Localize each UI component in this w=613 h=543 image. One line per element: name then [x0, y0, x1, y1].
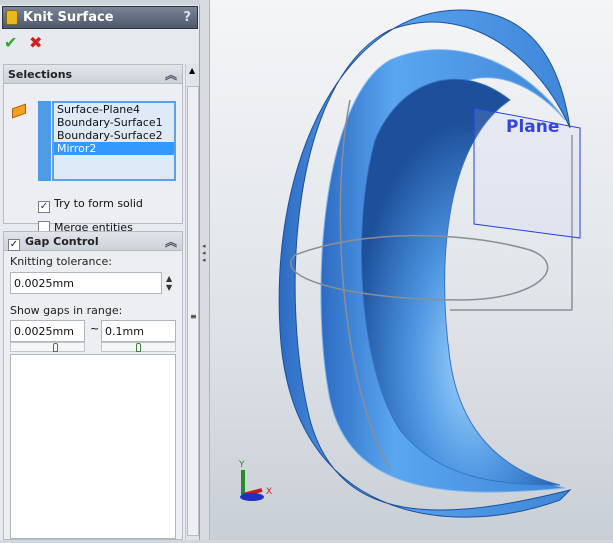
ok-check-icon[interactable]: ✔	[4, 33, 17, 52]
feature-title-bar: Knit Surface ?	[2, 6, 198, 29]
graphics-viewport[interactable]: Plane Y X	[210, 0, 613, 540]
list-item-selected[interactable]: Mirror2	[54, 142, 174, 155]
list-item[interactable]: Surface-Plane4	[54, 103, 174, 116]
selection-list[interactable]: Surface-Plane4 Boundary-Surface1 Boundar…	[52, 101, 176, 181]
list-item[interactable]: Boundary-Surface2	[54, 129, 174, 142]
range-tilde: ~	[90, 322, 100, 335]
model-surface: Plane Y X	[238, 9, 581, 518]
gap-min-input[interactable]: 0.0025mm	[10, 320, 85, 342]
property-manager: Knit Surface ? ✔ ✖ Selections ︽ Surface-P…	[0, 0, 200, 540]
list-item[interactable]: Boundary-Surface1	[54, 116, 174, 129]
triad-icon: Y X	[238, 460, 272, 501]
knitting-tolerance-input[interactable]: 0.0025mm	[10, 272, 162, 294]
slider-thumb[interactable]	[53, 343, 58, 352]
manager-tabs[interactable]	[0, 0, 200, 5]
selections-header[interactable]: Selections ︽	[4, 65, 182, 84]
collapse-chevron-icon[interactable]: ︽	[165, 233, 177, 250]
help-button[interactable]: ?	[183, 10, 191, 25]
knit-surface-icon	[6, 10, 18, 25]
cancel-x-icon[interactable]: ✖	[29, 33, 42, 52]
feature-title: Knit Surface	[23, 10, 114, 25]
gap-min-slider[interactable]	[10, 342, 85, 352]
try-form-solid-checkbox[interactable]: ✓ Try to form solid	[38, 197, 143, 213]
selection-focus-bar	[38, 101, 51, 181]
gap-max-slider[interactable]	[101, 342, 176, 352]
gap-list[interactable]	[10, 354, 176, 539]
gap-max-input[interactable]: 0.1mm	[101, 320, 176, 342]
collapse-chevron-icon[interactable]: ︽	[165, 66, 177, 83]
surface-selection-icon	[12, 103, 26, 119]
panel-scrollbar[interactable]: ▲ ≡	[185, 64, 199, 540]
selections-group: Selections ︽ Surface-Plane4 Boundary-Surf…	[3, 64, 183, 234]
gap-control-checkbox[interactable]: ✓	[8, 239, 20, 251]
gap-control-header[interactable]: ✓ Gap Control ︽	[4, 232, 182, 251]
tolerance-spinner[interactable]: ▲ ▼	[166, 274, 172, 292]
gap-range-label: Show gaps in range:	[10, 304, 123, 317]
gap-control-group: ✓ Gap Control ︽ Knitting tolerance: 0.0025…	[3, 231, 183, 540]
x-axis-label: X	[266, 487, 272, 497]
panel-splitter[interactable]: ◂ ◂ ◂	[200, 0, 210, 540]
slider-thumb[interactable]	[136, 343, 141, 352]
plane-label[interactable]: Plane	[506, 117, 559, 137]
knitting-tolerance-label: Knitting tolerance:	[10, 255, 112, 268]
scrollbar-thumb[interactable]: ≡	[187, 86, 199, 536]
y-axis-label: Y	[238, 460, 245, 470]
